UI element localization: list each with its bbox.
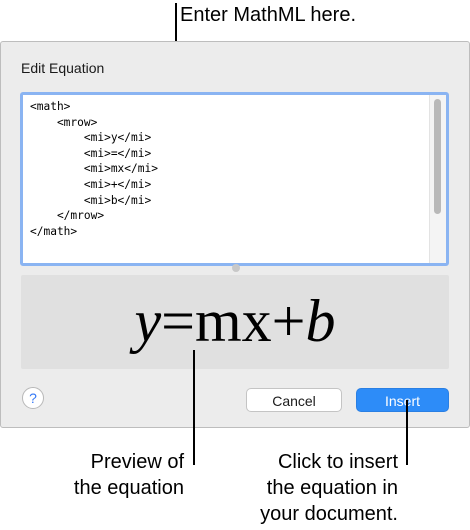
insert-callout: Click to insert the equation in your doc… [258,449,398,527]
insert-callout-line: your document. [260,503,398,525]
code-line: </mrow> [30,209,105,223]
code-line: <mi>mx</mi> [30,162,158,176]
formula-equals: = [161,288,195,354]
mathml-callout: Enter MathML here. [180,4,357,26]
formula-mx: mx [194,288,272,354]
preview-callout-line: the equation [73,477,184,499]
insert-button[interactable]: Insert [356,388,449,412]
editor-scrollbar[interactable] [429,95,446,263]
code-line: <mi>b</mi> [30,193,152,207]
scrollbar-thumb[interactable] [434,99,441,214]
formula-plus: + [271,288,306,354]
insert-callout-line: the equation in [266,477,398,499]
equation-preview: y=mx+b [21,275,449,369]
code-line: <math> [30,100,71,113]
help-button[interactable]: ? [22,387,44,409]
formula-y: y [134,288,162,354]
insert-leader-line [406,400,408,465]
mathml-code[interactable]: <math> <mrow> <mi>y</mi> <mi>=</mi> <mi>… [30,99,158,239]
preview-formula: y=mx+b [21,285,449,357]
preview-callout-line: Preview of [90,451,184,473]
preview-callout: Preview of the equation [60,449,184,501]
mathml-editor[interactable]: <math> <mrow> <mi>y</mi> <mi>=</mi> <mi>… [20,92,449,266]
resize-handle[interactable] [232,264,240,272]
edit-equation-dialog: Edit Equation <math> <mrow> <mi>y</mi> <… [0,41,470,428]
code-line: <mrow> [30,115,98,129]
code-line: <mi>y</mi> [30,131,152,145]
insert-callout-line: Click to insert [277,451,398,473]
preview-leader-line [193,350,195,465]
code-line: <mi>+</mi> [30,177,152,191]
dialog-title: Edit Equation [21,60,105,76]
cancel-button[interactable]: Cancel [246,388,342,412]
code-line: </math> [30,224,78,238]
formula-b: b [305,288,336,354]
code-line: <mi>=</mi> [30,146,152,160]
